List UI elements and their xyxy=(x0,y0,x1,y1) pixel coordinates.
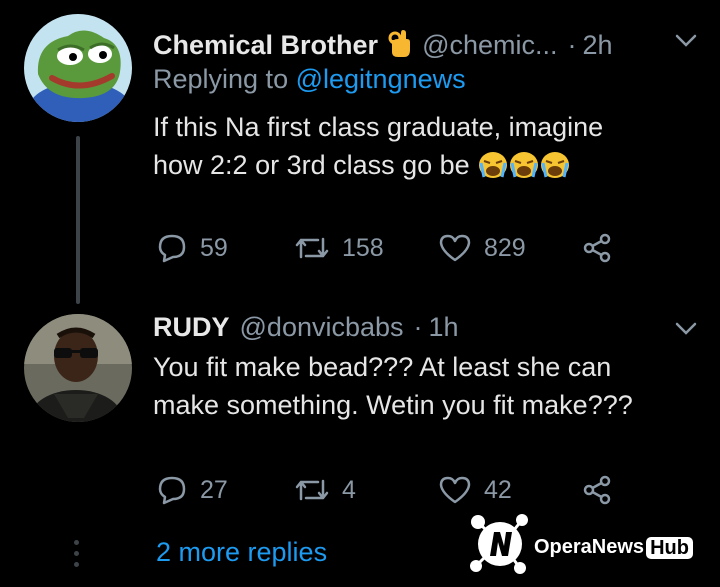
crying-face-emoji-icon xyxy=(541,152,570,178)
crying-face-emoji-icon xyxy=(510,152,539,178)
retweet-icon xyxy=(295,479,329,501)
like-button[interactable]: 829 xyxy=(438,233,582,263)
display-name[interactable]: Chemical Brother xyxy=(153,30,378,61)
ok-hand-emoji-icon xyxy=(386,28,412,65)
separator-dot: · xyxy=(413,312,423,342)
collapsed-thread-dots xyxy=(74,540,80,573)
operanews-hub-watermark: OperaNews Hub xyxy=(468,508,712,580)
tweet-body-line: If this Na first class graduate, imagine xyxy=(153,112,604,142)
tweet-body-line: make something. Wetin you fit make??? xyxy=(153,390,633,420)
reply-count: 59 xyxy=(200,233,228,262)
share-button[interactable] xyxy=(582,475,612,505)
avatar[interactable] xyxy=(24,14,132,122)
share-icon xyxy=(583,475,611,505)
timestamp[interactable]: 2h xyxy=(583,30,613,61)
share-icon xyxy=(583,233,611,263)
retweet-count: 158 xyxy=(342,233,384,262)
reply-button[interactable]: 59 xyxy=(156,232,294,264)
display-name[interactable]: RUDY xyxy=(153,312,230,343)
tweet-body: If this Na first class graduate, imagine… xyxy=(153,108,603,184)
heart-icon xyxy=(439,234,471,262)
replying-to-line: Replying to @legitngnews xyxy=(153,64,466,95)
retweet-count: 4 xyxy=(342,475,356,504)
like-count: 829 xyxy=(484,233,526,262)
separator-dot: · xyxy=(567,30,577,60)
like-button[interactable]: 42 xyxy=(438,475,582,505)
crying-face-emoji-icon xyxy=(479,152,508,178)
replying-to-prefix: Replying to xyxy=(153,64,289,94)
heart-icon xyxy=(439,476,471,504)
tweet-body: You fit make bead??? At least she can ma… xyxy=(153,348,633,424)
action-bar: 27 4 42 xyxy=(156,474,612,506)
reply-icon xyxy=(158,234,186,263)
more-replies-link[interactable]: 2 more replies xyxy=(156,537,327,568)
retweet-button[interactable]: 158 xyxy=(294,233,438,263)
share-button[interactable] xyxy=(582,233,612,263)
operanews-logo-icon xyxy=(470,514,528,574)
tweet-body-line-2: how 2:2 or 3rd class go be xyxy=(153,146,603,184)
reply-count: 27 xyxy=(200,475,228,504)
watermark-hub: Hub xyxy=(646,536,693,559)
tweet-body-line: You fit make bead??? At least she can xyxy=(153,352,612,382)
action-bar: 59 158 829 xyxy=(156,232,612,264)
reply-icon xyxy=(158,476,186,505)
reply-button[interactable]: 27 xyxy=(156,474,294,506)
retweet-button[interactable]: 4 xyxy=(294,475,438,505)
tweet-header: RUDY @donvicbabs · 1h xyxy=(153,312,459,343)
chevron-down-icon[interactable] xyxy=(673,320,699,338)
retweet-icon xyxy=(295,237,329,259)
watermark-brand: OperaNews xyxy=(534,536,645,558)
replying-to-mention[interactable]: @legitngnews xyxy=(296,64,466,94)
avatar[interactable] xyxy=(24,314,132,422)
tweet-body-line: how 2:2 or 3rd class go be xyxy=(153,150,470,180)
user-handle[interactable]: @donvicbabs xyxy=(240,312,404,343)
tweet-header: Chemical Brother @chemic... · 2h xyxy=(153,24,613,61)
timestamp[interactable]: 1h xyxy=(429,312,459,343)
user-handle[interactable]: @chemic... xyxy=(422,30,557,61)
thread-line xyxy=(76,136,80,304)
like-count: 42 xyxy=(484,475,512,504)
watermark-text: OperaNews Hub xyxy=(534,536,693,559)
chevron-down-icon[interactable] xyxy=(673,32,699,50)
